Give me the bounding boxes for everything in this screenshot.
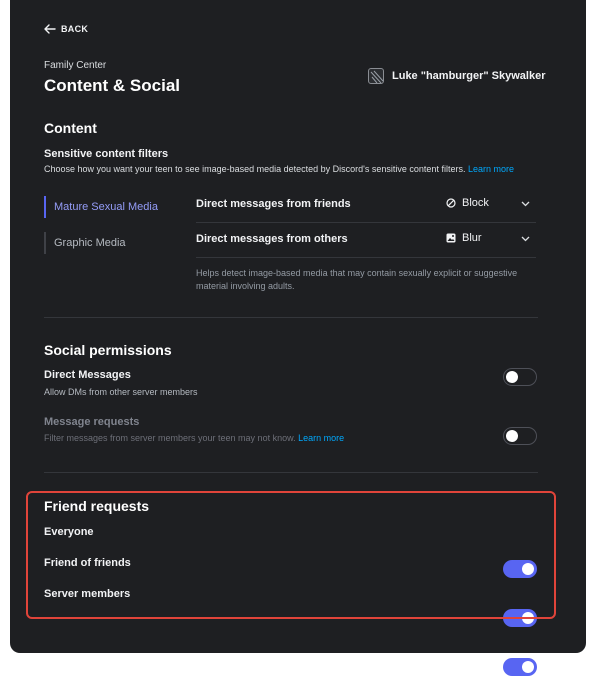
message-requests-desc-text: Filter messages from server members your…: [44, 433, 296, 443]
filters-learn-more-link[interactable]: Learn more: [468, 164, 514, 174]
avatar-image-icon: [370, 70, 383, 83]
content-heading: Content: [44, 120, 97, 136]
toggle-knob: [506, 430, 518, 442]
user-name: Luke "hamburger" Skywalker: [392, 70, 546, 82]
friend-requests-server-toggle[interactable]: [503, 658, 537, 676]
dm-friends-label: Direct messages from friends: [196, 198, 351, 210]
filter-helper-text: Helps detect image-based media that may …: [196, 268, 518, 291]
user-switcher[interactable]: Luke "hamburger" Skywalker: [368, 68, 546, 84]
message-requests-toggle[interactable]: [503, 427, 537, 445]
settings-panel: BACK Family Center Content & Social Luke…: [10, 0, 586, 676]
direct-messages-toggle[interactable]: [503, 368, 537, 386]
dm-others-label: Direct messages from others: [196, 233, 348, 245]
filters-title: Sensitive content filters: [44, 148, 169, 160]
image-icon: [446, 233, 456, 243]
dm-friends-dropdown[interactable]: Block: [446, 197, 489, 209]
filters-description-text: Choose how you want your teen to see ima…: [44, 164, 466, 174]
back-label: BACK: [61, 24, 89, 34]
direct-messages-label: Direct Messages: [44, 369, 131, 381]
toggle-knob: [522, 661, 534, 673]
social-heading: Social permissions: [44, 342, 172, 358]
tab-mature-sexual-media[interactable]: Mature Sexual Media: [44, 196, 184, 218]
breadcrumb: Family Center: [44, 60, 107, 71]
dm-others-dropdown[interactable]: Blur: [446, 232, 482, 244]
friend-requests-highlight: [26, 491, 556, 619]
tab-graphic-media[interactable]: Graphic Media: [44, 232, 184, 254]
back-button[interactable]: BACK: [44, 24, 88, 34]
chevron-down-icon[interactable]: [521, 201, 530, 207]
toggle-knob: [506, 371, 518, 383]
chevron-down-icon[interactable]: [521, 236, 530, 242]
arrow-left-icon: [44, 24, 56, 34]
direct-messages-desc: Allow DMs from other server members: [44, 387, 198, 397]
filters-description: Choose how you want your teen to see ima…: [44, 164, 514, 174]
page-title: Content & Social: [44, 76, 181, 95]
section-divider: [44, 472, 538, 473]
section-divider: [44, 317, 538, 318]
avatar: [368, 68, 384, 84]
row-divider: [196, 257, 536, 258]
message-requests-label: Message requests: [44, 416, 140, 428]
dm-friends-value: Block: [462, 197, 489, 209]
dm-others-value: Blur: [462, 232, 482, 244]
message-requests-learn-more-link[interactable]: Learn more: [298, 433, 344, 443]
block-icon: [446, 198, 456, 208]
message-requests-desc: Filter messages from server members your…: [44, 433, 344, 443]
row-divider: [196, 222, 536, 223]
